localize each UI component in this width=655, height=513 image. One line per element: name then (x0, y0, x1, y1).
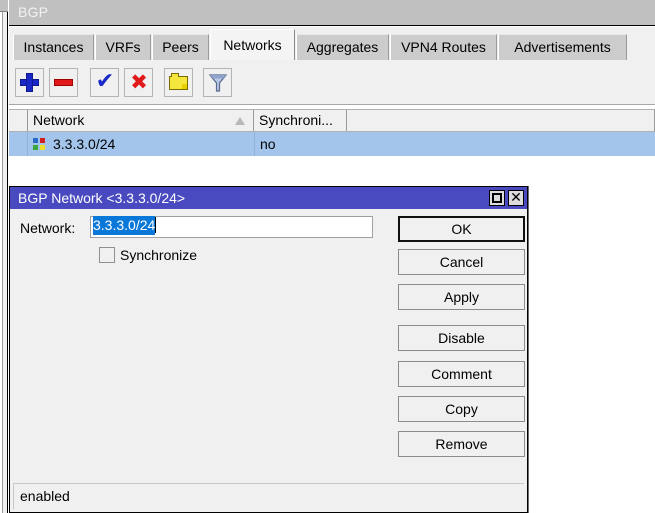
apply-button-label: Apply (444, 289, 479, 305)
dialog-body: Network: 3.3.3.0/24 Synchronize OK Cancel… (10, 209, 527, 467)
disable-button[interactable]: Disable (398, 325, 525, 351)
cancel-button[interactable]: Cancel (398, 249, 525, 275)
maximize-icon (492, 193, 502, 203)
column-header-label: Network (33, 112, 84, 128)
synchronize-label: Synchronize (120, 245, 197, 265)
networks-table: Network Synchroni... 3.3.3.0/24 no (9, 105, 655, 183)
network-input-value: 3.3.3.0/24 (93, 216, 155, 235)
copy-button[interactable]: Copy (398, 396, 525, 422)
apply-button[interactable]: Apply (398, 284, 525, 310)
synchronize-checkbox[interactable] (99, 247, 115, 263)
tab-label: Instances (24, 39, 84, 55)
ok-button-label: OK (451, 221, 471, 237)
window-frame-left-edge (0, 0, 8, 513)
maximize-button[interactable] (489, 190, 505, 206)
network-color-squares-icon (33, 138, 46, 151)
tab-label: Networks (223, 37, 281, 53)
remove-button-label: Remove (435, 436, 487, 452)
ok-button[interactable]: OK (398, 216, 525, 242)
column-header-synchronize[interactable]: Synchroni... (254, 110, 347, 131)
sort-ascending-icon (235, 117, 245, 125)
bgp-network-dialog: BGP Network <3.3.3.0/24> ✕ Network: 3.3.… (9, 186, 528, 513)
comment-button-label: Comment (431, 366, 492, 382)
table-row[interactable]: 3.3.3.0/24 no (9, 132, 655, 156)
window-title: BGP (18, 4, 48, 20)
cancel-button-label: Cancel (440, 254, 484, 270)
dialog-title: BGP Network <3.3.3.0/24> (18, 190, 185, 206)
enable-button[interactable]: ✔ (90, 68, 119, 97)
tab-label: Advertisements (514, 39, 610, 55)
bgp-window: BGP Instances VRFs Peers Networks Aggregates… (0, 0, 655, 513)
row-synchronize-value: no (260, 136, 276, 152)
comment-button[interactable] (164, 68, 193, 97)
tab-label: Aggregates (307, 39, 379, 55)
copy-button-label: Copy (445, 401, 478, 417)
window-titlebar[interactable]: BGP (9, 0, 655, 26)
add-button[interactable] (15, 68, 44, 97)
tab-label: VRFs (106, 39, 141, 55)
column-header-network[interactable]: Network (28, 110, 254, 131)
tab-advertisements[interactable]: Advertisements (498, 34, 627, 60)
tab-vrfs[interactable]: VRFs (95, 34, 151, 60)
tab-label: Peers (162, 39, 199, 55)
status-text: enabled (20, 488, 70, 504)
row-network-cell: 3.3.3.0/24 (29, 132, 278, 156)
desktop-backdrop (529, 184, 655, 513)
tab-label: VPN4 Routes (401, 39, 486, 55)
row-network-value: 3.3.3.0/24 (53, 136, 115, 152)
disable-button[interactable]: ✖ (124, 68, 153, 97)
tab-bar: Instances VRFs Peers Networks Aggregates VPN4… (9, 27, 655, 60)
toolbar: ✔✖ (9, 60, 655, 105)
remove-button[interactable]: Remove (398, 431, 525, 457)
filter-button[interactable] (203, 68, 232, 97)
tab-instances[interactable]: Instances (13, 34, 94, 60)
tab-vpn4routes[interactable]: VPN4 Routes (390, 34, 497, 60)
column-header-spare[interactable] (347, 110, 655, 131)
comment-button[interactable]: Comment (398, 361, 525, 387)
column-header-label: Synchroni... (259, 112, 333, 128)
network-field-label: Network: (20, 220, 75, 236)
tab-peers[interactable]: Peers (152, 34, 209, 60)
row-gutter-cell (9, 132, 28, 156)
window-frame-corner (0, 0, 8, 12)
dialog-titlebar[interactable]: BGP Network <3.3.3.0/24> ✕ (10, 187, 527, 209)
text-caret (155, 217, 156, 233)
remove-button[interactable] (49, 68, 78, 97)
tab-aggregates[interactable]: Aggregates (296, 34, 389, 60)
tab-networks[interactable]: Networks (210, 29, 295, 60)
disable-button-label: Disable (438, 330, 485, 346)
row-synchronize-cell: no (254, 132, 347, 156)
column-header-gutter[interactable] (9, 110, 28, 131)
table-header-row: Network Synchroni... (9, 109, 655, 132)
network-input[interactable]: 3.3.3.0/24 (90, 216, 373, 238)
dialog-statusbar: enabled (13, 483, 524, 509)
close-icon: ✕ (509, 190, 523, 206)
close-button[interactable]: ✕ (508, 190, 524, 206)
